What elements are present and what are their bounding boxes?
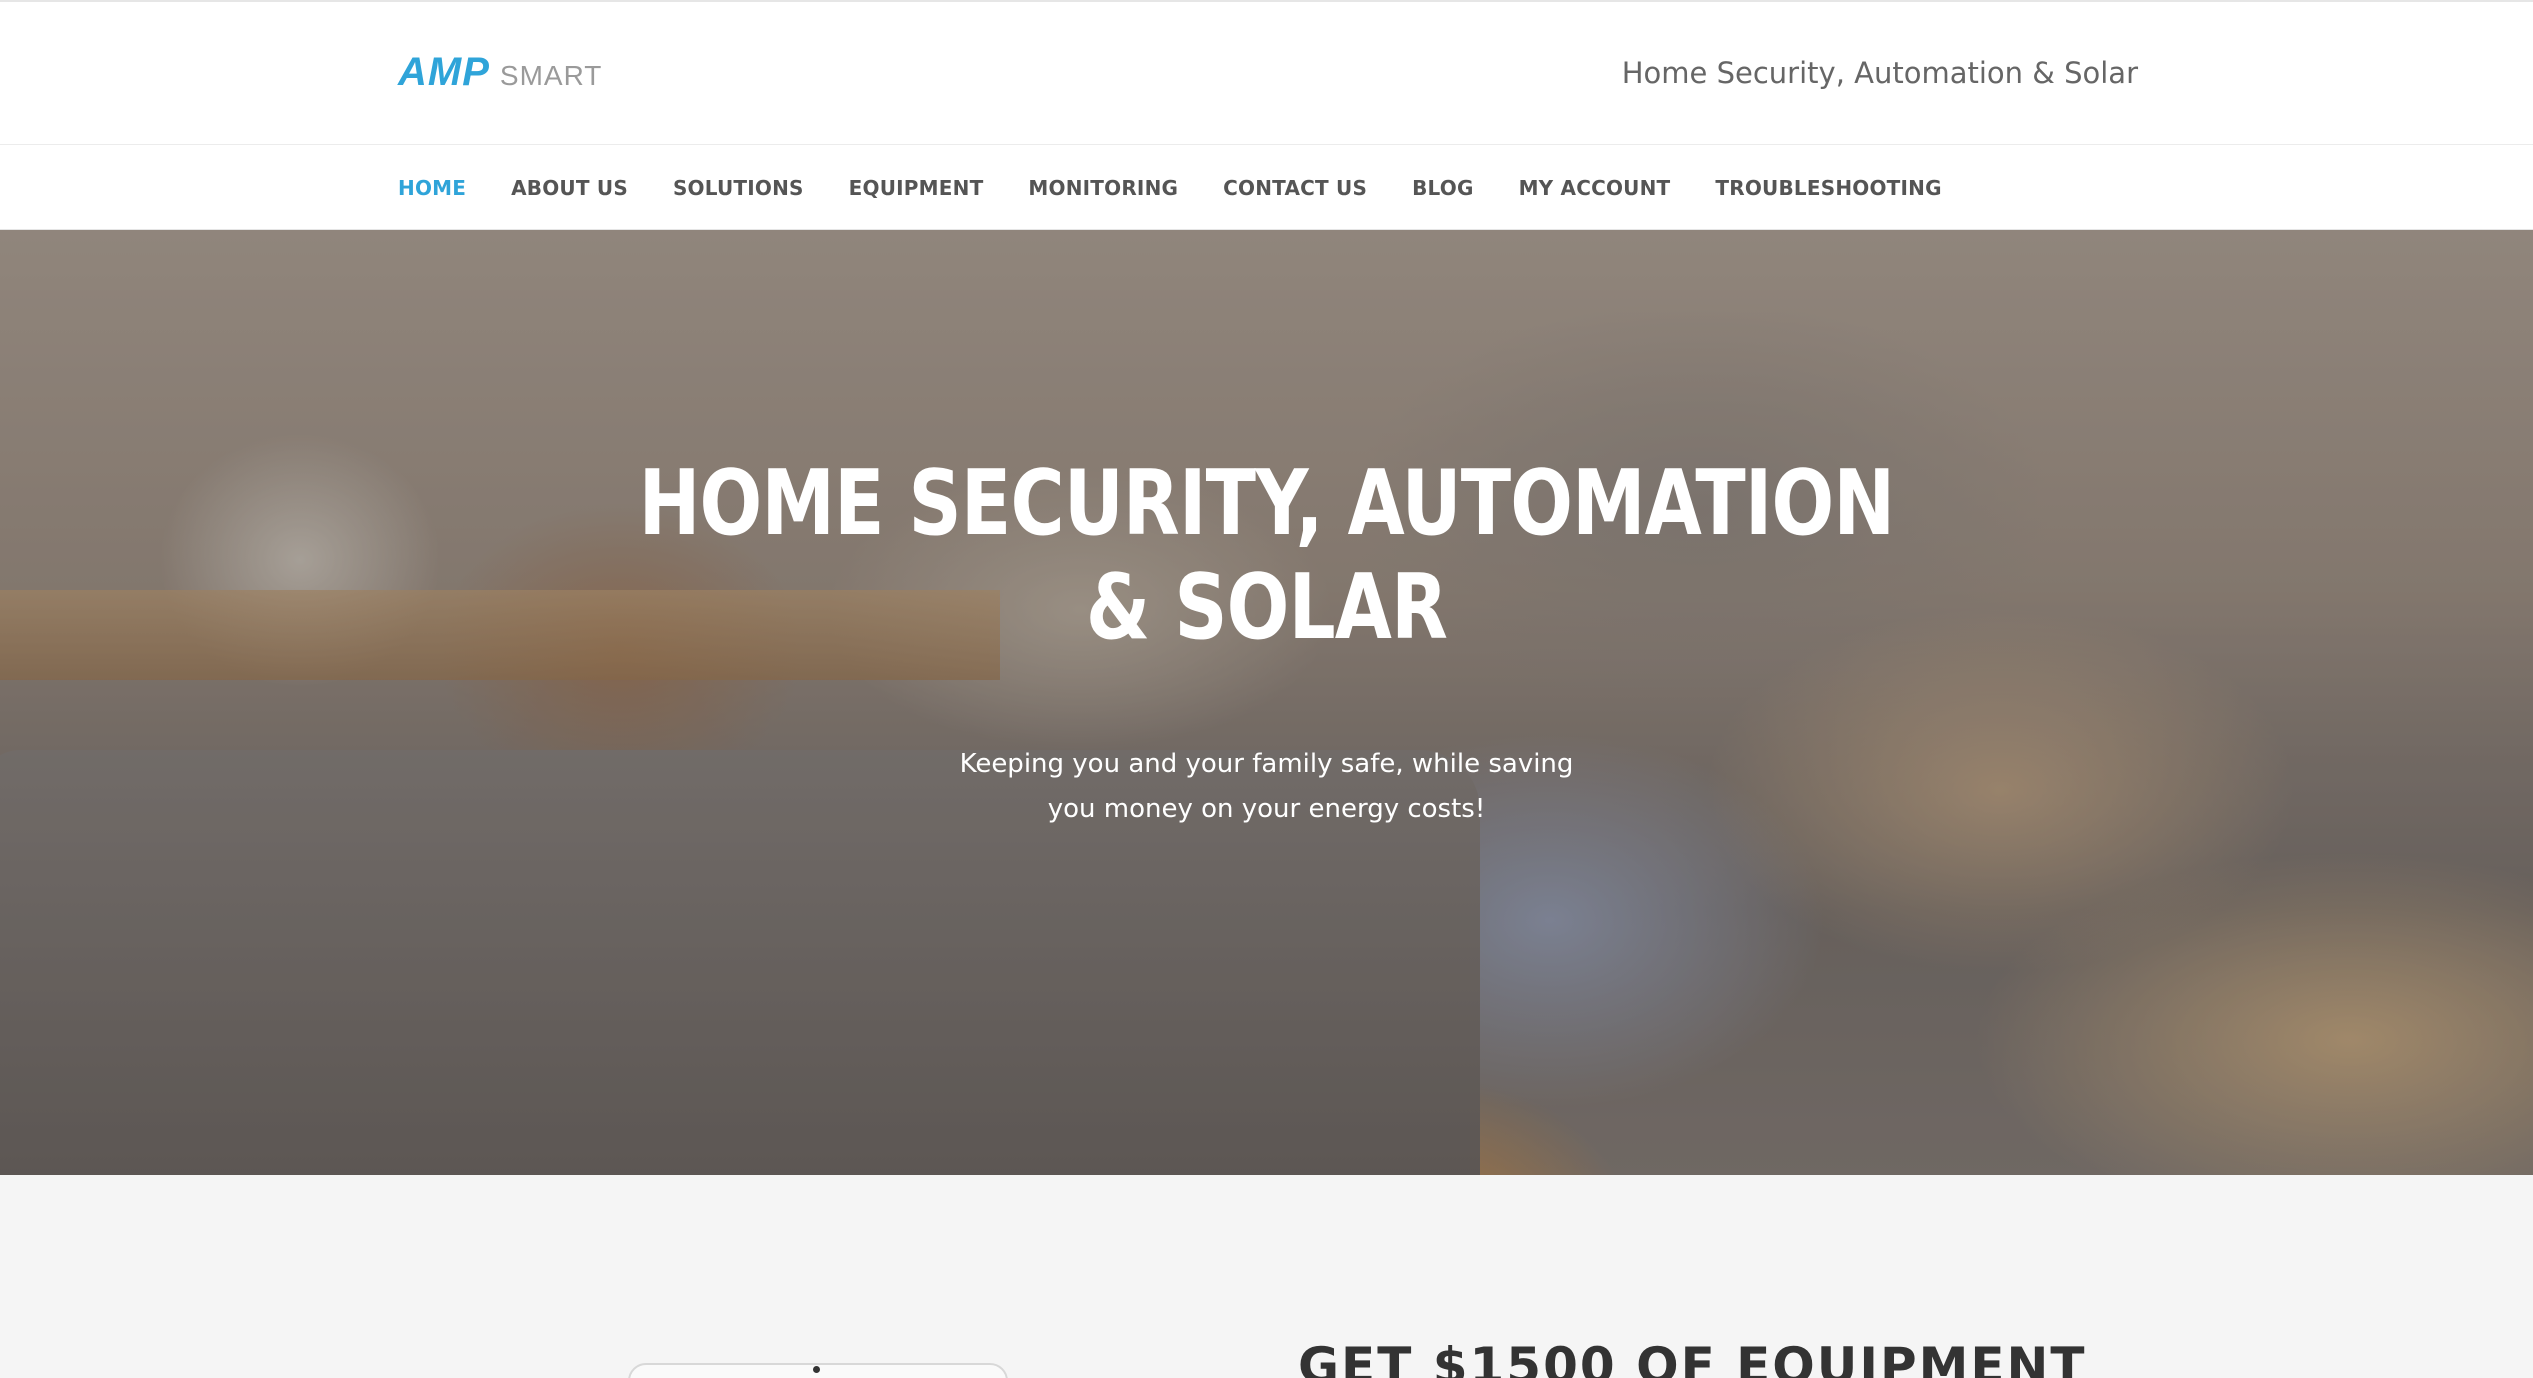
logo-smart-text: SMART <box>499 60 603 91</box>
nav-item-troubleshooting[interactable]: TROUBLESHOOTING <box>1715 176 1941 200</box>
amp-smart-logo[interactable]: AMP SMART <box>398 50 602 94</box>
hero-title-line2: & SOLAR <box>1085 555 1448 660</box>
nav-item-monitoring[interactable]: MONITORING <box>1028 176 1178 200</box>
nav-item-home[interactable]: HOME <box>398 176 466 200</box>
logo-amp-text: AMP <box>398 50 490 94</box>
hero-banner: HOME SECURITY, AUTOMATION & SOLAR Keepin… <box>0 230 2533 1175</box>
nav-item-blog[interactable]: BLOG <box>1412 176 1474 200</box>
nav-list: HOME ABOUT US SOLUTIONS EQUIPMENT MONITO… <box>398 145 1942 230</box>
nav-item-about-us[interactable]: ABOUT US <box>511 176 628 200</box>
nav-item-solutions[interactable]: SOLUTIONS <box>673 176 804 200</box>
nav-item-my-account[interactable]: MY ACCOUNT <box>1519 176 1671 200</box>
hero-title: HOME SECURITY, AUTOMATION & SOLAR <box>228 452 2305 660</box>
hero-subtitle-line2: you money on your energy costs! <box>1047 794 1486 824</box>
hero-overlay <box>0 230 2533 1175</box>
promo-section: GET $1500 OF EQUIPMENT <box>0 1175 2533 1378</box>
hero-subtitle-line1: Keeping you and your family safe, while … <box>959 749 1574 779</box>
nav-item-contact-us[interactable]: CONTACT US <box>1223 176 1367 200</box>
site-header: AMP SMART Home Security, Automation & So… <box>0 0 2533 145</box>
hero-subtitle: Keeping you and your family safe, while … <box>0 742 2533 832</box>
promo-heading: GET $1500 OF EQUIPMENT <box>1298 1337 2087 1378</box>
nav-item-equipment[interactable]: EQUIPMENT <box>849 176 984 200</box>
header-tagline: Home Security, Automation & Solar <box>1621 56 2138 90</box>
hero-title-line1: HOME SECURITY, AUTOMATION <box>638 451 1896 556</box>
main-nav: HOME ABOUT US SOLUTIONS EQUIPMENT MONITO… <box>0 145 2533 230</box>
device-camera-dot <box>813 1366 820 1373</box>
